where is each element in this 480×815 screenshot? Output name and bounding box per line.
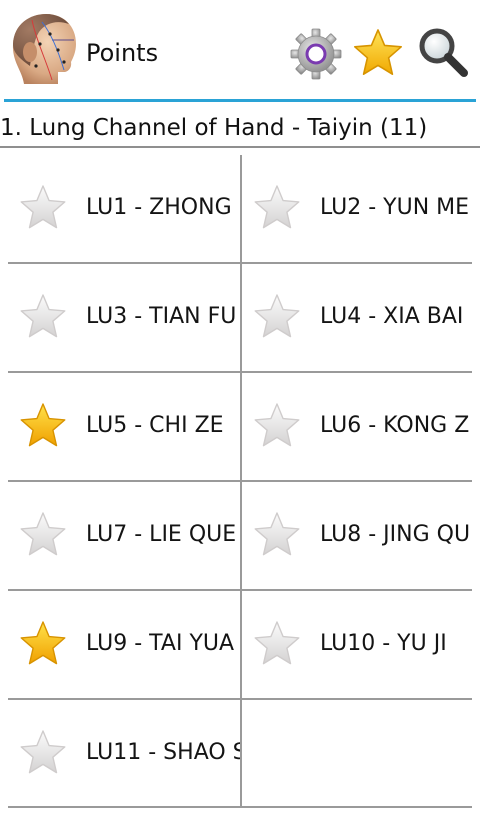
star-empty-icon[interactable] — [18, 184, 68, 234]
search-icon[interactable] — [416, 25, 470, 79]
header-divider — [4, 99, 476, 102]
point-item[interactable]: LU1 - ZHONG — [8, 155, 241, 263]
point-label: LU8 - JING QU — [320, 522, 471, 547]
point-label: LU7 - LIE QUE — [86, 522, 237, 547]
point-item[interactable]: LU2 - YUN ME — [242, 155, 475, 263]
page-title: Points — [86, 39, 159, 67]
star-filled-icon[interactable] — [18, 620, 68, 670]
section-divider — [0, 146, 480, 148]
channel-title: 1. Lung Channel of Hand - Taiyin (11) — [0, 115, 428, 141]
row-divider — [8, 480, 472, 482]
point-label: LU10 - YU JI — [320, 631, 447, 656]
star-empty-icon[interactable] — [18, 293, 68, 343]
row-divider — [8, 589, 472, 591]
row-divider — [8, 371, 472, 373]
point-label: LU3 - TIAN FU — [86, 304, 237, 329]
row-divider — [8, 262, 472, 264]
point-item[interactable]: LU7 - LIE QUE — [8, 482, 241, 590]
star-empty-icon[interactable] — [18, 511, 68, 561]
point-label: LU5 - CHI ZE — [86, 413, 224, 438]
point-item[interactable]: LU9 - TAI YUA — [8, 591, 241, 699]
point-item[interactable]: LU4 - XIA BAI — [242, 264, 475, 372]
point-item[interactable]: LU6 - KONG Z — [242, 373, 475, 481]
star-icon[interactable] — [351, 27, 405, 81]
star-empty-icon[interactable] — [252, 293, 302, 343]
point-label: LU11 - SHAO S — [86, 740, 241, 765]
star-filled-icon[interactable] — [18, 402, 68, 452]
row-divider — [8, 806, 472, 808]
point-item[interactable]: LU5 - CHI ZE — [8, 373, 241, 481]
point-item[interactable]: LU8 - JING QU — [242, 482, 475, 590]
point-label: LU9 - TAI YUA — [86, 631, 235, 656]
point-label: LU2 - YUN ME — [320, 195, 470, 220]
star-empty-icon[interactable] — [252, 184, 302, 234]
star-empty-icon[interactable] — [252, 620, 302, 670]
point-item[interactable]: LU11 - SHAO S — [8, 700, 241, 808]
point-label: LU4 - XIA BAI — [320, 304, 464, 329]
point-label: LU1 - ZHONG — [86, 195, 232, 220]
row-divider — [8, 698, 472, 700]
star-empty-icon[interactable] — [252, 511, 302, 561]
point-item[interactable]: LU3 - TIAN FU — [8, 264, 241, 372]
app-header: Points — [0, 0, 480, 102]
point-label: LU6 - KONG Z — [320, 413, 470, 438]
head-acupuncture-icon[interactable] — [6, 10, 80, 88]
star-empty-icon[interactable] — [18, 729, 68, 779]
point-item[interactable]: LU10 - YU JI — [242, 591, 475, 699]
gear-icon[interactable] — [289, 27, 343, 81]
star-empty-icon[interactable] — [252, 402, 302, 452]
